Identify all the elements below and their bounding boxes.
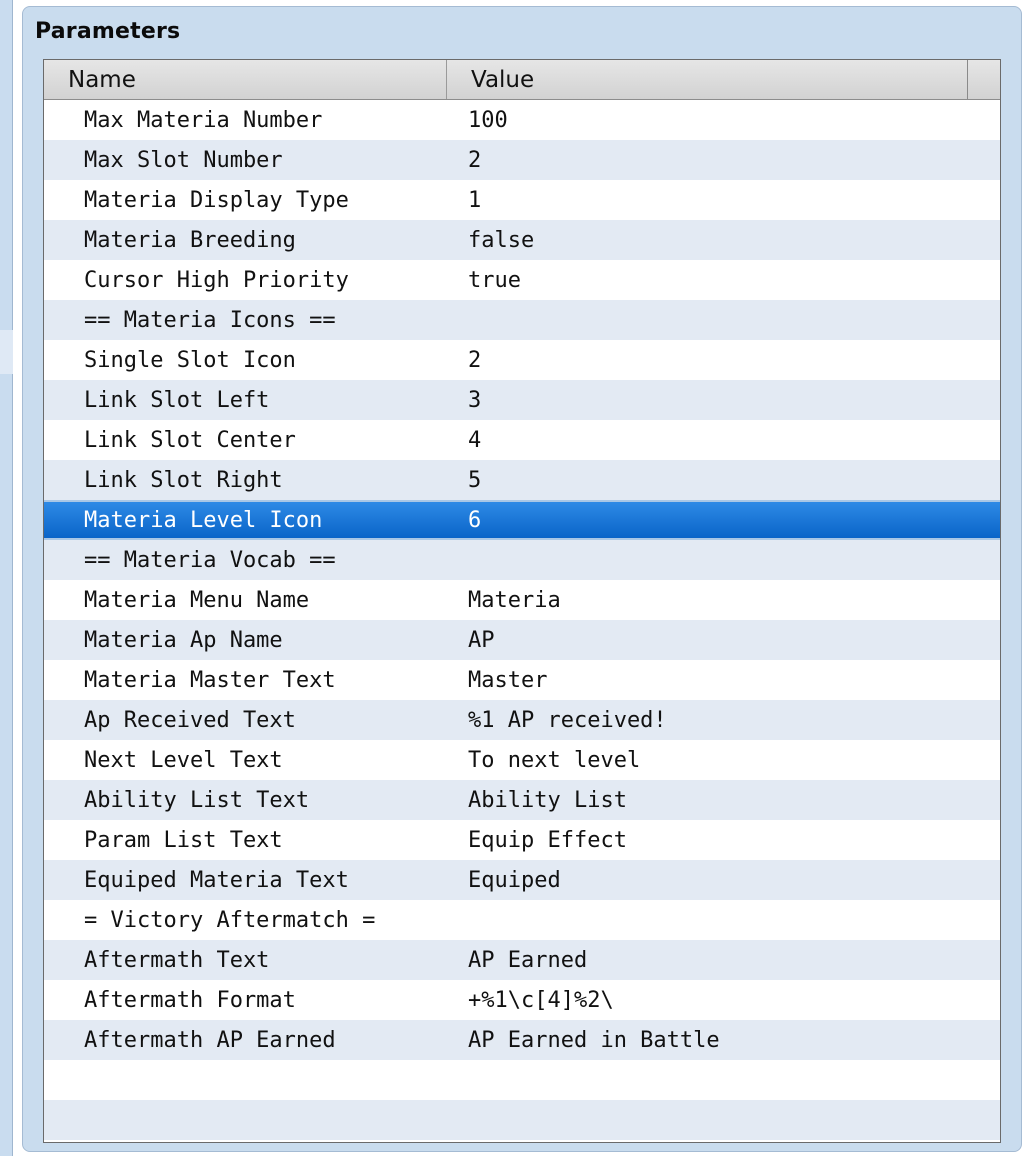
row-name-cell: Max Slot Number bbox=[84, 147, 283, 173]
table-header: Name Value bbox=[44, 60, 1000, 100]
row-value-cell: AP Earned bbox=[468, 947, 588, 973]
row-name-cell: Param List Text bbox=[84, 827, 283, 853]
row-value-cell: 2 bbox=[468, 147, 482, 173]
row-value-cell: 4 bbox=[468, 427, 482, 453]
row-name-cell: Equiped Materia Text bbox=[84, 867, 349, 893]
left-edge-notch bbox=[0, 330, 13, 374]
row-name-cell: Aftermath AP Earned bbox=[84, 1027, 336, 1053]
row-name-cell: Ap Received Text bbox=[84, 707, 296, 733]
panel-title: Parameters bbox=[35, 19, 181, 44]
row-name-cell: Max Materia Number bbox=[84, 107, 323, 133]
row-name-cell: Materia Master Text bbox=[84, 667, 336, 693]
row-name-cell: Materia Level Icon bbox=[84, 507, 323, 533]
table-row[interactable] bbox=[44, 1100, 1000, 1140]
row-value-cell: AP bbox=[468, 627, 495, 653]
row-value-cell: 2 bbox=[468, 347, 482, 373]
row-value-cell: false bbox=[468, 227, 535, 253]
row-name-cell: == Materia Icons == bbox=[84, 307, 336, 333]
row-value-cell: Materia bbox=[468, 587, 561, 613]
table-row[interactable]: Link Slot Right 5 bbox=[44, 460, 1000, 500]
row-name-cell: Materia Ap Name bbox=[84, 627, 283, 653]
row-value-cell: Master bbox=[468, 667, 548, 693]
row-name-cell: Cursor High Priority bbox=[84, 267, 349, 293]
row-value-cell: Equiped bbox=[468, 867, 561, 893]
row-value-cell: 1 bbox=[468, 187, 482, 213]
row-name-cell: Materia Display Type bbox=[84, 187, 349, 213]
table-row[interactable]: Materia Menu Name Materia bbox=[44, 580, 1000, 620]
table-row[interactable]: Link Slot Left 3 bbox=[44, 380, 1000, 420]
row-value-cell: 3 bbox=[468, 387, 482, 413]
row-name-cell: Materia Breeding bbox=[84, 227, 296, 253]
row-name-cell: Single Slot Icon bbox=[84, 347, 296, 373]
row-name-cell: Next Level Text bbox=[84, 747, 283, 773]
row-name-cell: Materia Menu Name bbox=[84, 587, 310, 613]
row-name-cell: Link Slot Right bbox=[84, 467, 283, 493]
table-row[interactable]: Aftermath Text AP Earned bbox=[44, 940, 1000, 980]
row-name-cell: Aftermath Format bbox=[84, 987, 296, 1013]
left-window-edge bbox=[0, 0, 13, 1156]
row-value-cell: AP Earned in Battle bbox=[468, 1027, 720, 1053]
row-name-cell: = Victory Aftermatch = bbox=[84, 907, 376, 933]
column-header-value[interactable]: Value bbox=[447, 60, 968, 99]
row-name-cell: Link Slot Left bbox=[84, 387, 270, 413]
row-name-cell: == Materia Vocab == bbox=[84, 547, 336, 573]
table-row[interactable]: Equiped Materia Text Equiped bbox=[44, 860, 1000, 900]
table-row[interactable]: Cursor High Priority true bbox=[44, 260, 1000, 300]
table-row[interactable]: Max Slot Number 2 bbox=[44, 140, 1000, 180]
table-row[interactable]: Single Slot Icon 2 bbox=[44, 340, 1000, 380]
row-name-cell: Link Slot Center bbox=[84, 427, 296, 453]
table-row[interactable]: Aftermath AP Earned AP Earned in Battle bbox=[44, 1020, 1000, 1060]
row-value-cell: 100 bbox=[468, 107, 508, 133]
row-value-cell: Equip Effect bbox=[468, 827, 627, 853]
table-row[interactable] bbox=[44, 1060, 1000, 1100]
table-row[interactable]: Materia Master Text Master bbox=[44, 660, 1000, 700]
table-row[interactable]: Materia Display Type 1 bbox=[44, 180, 1000, 220]
table-row[interactable]: Ability List Text Ability List bbox=[44, 780, 1000, 820]
table-row-selected[interactable]: Materia Level Icon 6 bbox=[44, 500, 1000, 540]
table-row[interactable]: = Victory Aftermatch = bbox=[44, 900, 1000, 940]
table-row[interactable]: Materia Breeding false bbox=[44, 220, 1000, 260]
row-value-cell: 6 bbox=[468, 507, 482, 533]
row-value-cell: Ability List bbox=[468, 787, 627, 813]
table-row[interactable]: Link Slot Center 4 bbox=[44, 420, 1000, 460]
row-value-cell: true bbox=[468, 267, 521, 293]
row-value-cell: 5 bbox=[468, 467, 482, 493]
parameters-table[interactable]: Name Value Max Materia Number 100 Max Slot… bbox=[43, 59, 1001, 1143]
column-header-name[interactable]: Name bbox=[44, 60, 447, 99]
table-row[interactable]: Max Materia Number 100 bbox=[44, 100, 1000, 140]
table-row[interactable]: Ap Received Text %1 AP received! bbox=[44, 700, 1000, 740]
parameters-panel: Parameters Name Value Max Materia Number… bbox=[22, 6, 1022, 1152]
table-body: Max Materia Number 100 Max Slot Number 2 Mat… bbox=[44, 100, 1000, 1140]
table-row[interactable]: == Materia Icons == bbox=[44, 300, 1000, 340]
table-row[interactable]: Param List Text Equip Effect bbox=[44, 820, 1000, 860]
row-name-cell: Ability List Text bbox=[84, 787, 310, 813]
row-value-cell: To next level bbox=[468, 747, 641, 773]
table-row[interactable]: Next Level Text To next level bbox=[44, 740, 1000, 780]
row-name-cell: Aftermath Text bbox=[84, 947, 270, 973]
column-header-filler bbox=[968, 60, 1000, 99]
table-row[interactable]: == Materia Vocab == bbox=[44, 540, 1000, 580]
row-value-cell: %1 AP received! bbox=[468, 707, 667, 733]
table-row[interactable]: Aftermath Format +%1\c[4]%2\ bbox=[44, 980, 1000, 1020]
row-value-cell: +%1\c[4]%2\ bbox=[468, 987, 614, 1013]
table-row[interactable]: Materia Ap Name AP bbox=[44, 620, 1000, 660]
